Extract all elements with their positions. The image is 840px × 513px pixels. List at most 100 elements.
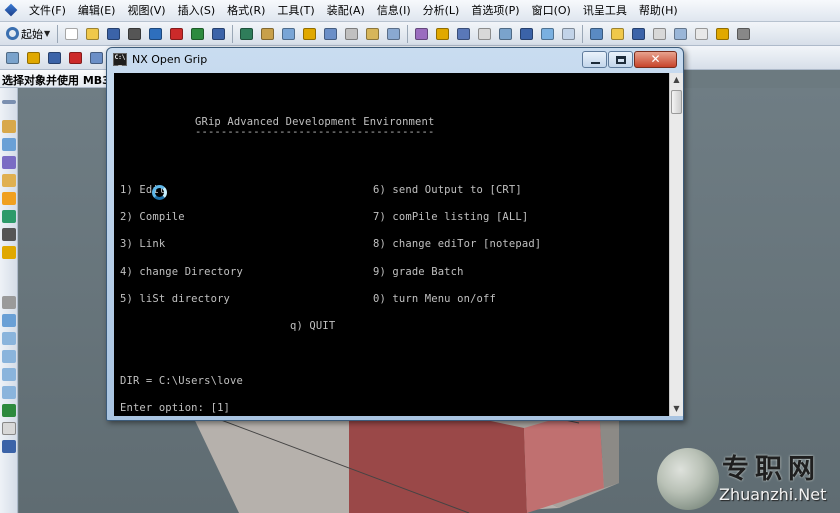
standard-tool-icon[interactable] (83, 25, 102, 43)
option-compile-listing: 7) comPile listing [ALL] (373, 211, 529, 223)
menu-assembly[interactable]: 装配(A) (321, 1, 371, 21)
standard-tool-icon[interactable] (650, 25, 669, 43)
pad-icon[interactable] (2, 246, 16, 259)
grip-console[interactable]: GRip Advanced Development Environment --… (114, 73, 669, 416)
menu-help[interactable]: 帮助(H) (633, 1, 684, 21)
menu-insert[interactable]: 插入(S) (172, 1, 222, 21)
standard-tool-icon[interactable] (363, 25, 382, 43)
standard-tool-icon[interactable] (209, 25, 228, 43)
extrude-icon[interactable] (2, 138, 16, 151)
menu-xuncheng-tools[interactable]: 讯呈工具 (577, 1, 633, 21)
analysis-icon[interactable] (2, 440, 16, 453)
menu-format[interactable]: 格式(R) (221, 1, 271, 21)
standard-tool-icon[interactable] (734, 25, 753, 43)
menu-information[interactable]: 信息(I) (371, 1, 417, 21)
standard-tool-icon[interactable] (587, 25, 606, 43)
sketch-icon[interactable] (2, 120, 16, 133)
menu-edit[interactable]: 编辑(E) (72, 1, 122, 21)
boss-icon[interactable] (2, 210, 16, 223)
secondary-tool-icon[interactable] (24, 49, 43, 67)
standard-tool-icon[interactable] (342, 25, 361, 43)
close-button[interactable]: ✕ (634, 51, 677, 68)
grip-window-title: NX Open Grip (132, 53, 208, 66)
standard-tool-icon[interactable] (279, 25, 298, 43)
minimize-icon (591, 62, 600, 64)
option-compile: 2) Compile (120, 211, 185, 223)
standard-tool-icon[interactable] (454, 25, 473, 43)
standard-tool-icon[interactable] (167, 25, 186, 43)
standard-tool-icon[interactable] (692, 25, 711, 43)
standard-tool-icon[interactable] (671, 25, 690, 43)
standard-tool-icon[interactable] (258, 25, 277, 43)
menu-view[interactable]: 视图(V) (121, 1, 171, 21)
sphere-icon[interactable] (2, 368, 16, 381)
console-scrollbar[interactable]: ▲ ▼ (669, 73, 683, 416)
option-send-output: 6) send Output to [CRT] (373, 184, 522, 196)
standard-tool-icon[interactable] (475, 25, 494, 43)
standard-tool-icon[interactable] (237, 25, 256, 43)
standard-tool-icon[interactable] (629, 25, 648, 43)
option-turn-menu: 0) turn Menu on/off (373, 293, 496, 305)
selection-hint: 选择对象并使用 MB3 , (2, 74, 118, 87)
standard-tool-icon[interactable] (62, 25, 81, 43)
grid-icon[interactable] (2, 422, 16, 435)
revolve-icon[interactable] (2, 156, 16, 169)
current-directory: DIR = C:\Users\love (120, 375, 243, 387)
standard-tool-icon[interactable] (538, 25, 557, 43)
console-icon: C:\ _ (113, 53, 127, 66)
scroll-down-icon[interactable]: ▼ (670, 402, 683, 416)
maximize-button[interactable] (608, 51, 633, 68)
shell-icon[interactable] (2, 386, 16, 399)
toolbar-separator (232, 24, 234, 43)
scroll-up-icon[interactable]: ▲ (670, 73, 683, 87)
standard-tool-icon[interactable] (384, 25, 403, 43)
blend-icon[interactable] (2, 296, 16, 309)
standard-tool-icon[interactable] (412, 25, 431, 43)
grip-window: C:\ _ NX Open Grip ✕ GRip Advanced Develo… (106, 47, 684, 421)
cone-icon[interactable] (2, 350, 16, 363)
standard-tool-icon[interactable] (433, 25, 452, 43)
toolbar-separator (407, 24, 409, 43)
minimize-button[interactable] (582, 51, 607, 68)
close-icon: ✕ (650, 52, 661, 66)
chevron-down-icon: ▼ (44, 29, 51, 38)
secondary-tool-icon[interactable] (87, 49, 106, 67)
option-change-directory: 4) change Directory (120, 266, 243, 278)
menu-file[interactable]: 文件(F) (23, 1, 72, 21)
nx-app-icon[interactable] (3, 3, 21, 19)
menu-bar: 文件(F) 编辑(E) 视图(V) 插入(S) 格式(R) 工具(T) 装配(A… (0, 0, 840, 22)
pocket-icon[interactable] (2, 228, 16, 241)
standard-tool-icon[interactable] (125, 25, 144, 43)
standard-toolbar: 起始 ▼ (0, 22, 840, 46)
standard-tool-icon[interactable] (104, 25, 123, 43)
scrollbar-thumb[interactable] (671, 90, 682, 114)
standard-tool-icon[interactable] (608, 25, 627, 43)
toolbar-separator (582, 24, 584, 43)
standard-tool-icon[interactable] (713, 25, 732, 43)
menu-analysis[interactable]: 分析(L) (417, 1, 466, 21)
menu-window[interactable]: 窗口(O) (526, 1, 577, 21)
sweep-icon[interactable] (2, 174, 16, 187)
standard-tool-icon[interactable] (300, 25, 319, 43)
menu-preferences[interactable]: 首选项(P) (465, 1, 525, 21)
refresh-icon[interactable] (2, 404, 16, 417)
standard-tool-icon[interactable] (496, 25, 515, 43)
standard-tool-icon[interactable] (321, 25, 340, 43)
secondary-tool-icon[interactable] (3, 49, 22, 67)
block-front-face (349, 410, 527, 513)
standard-tool-icon[interactable] (188, 25, 207, 43)
busy-cursor-icon (152, 185, 167, 200)
start-button[interactable]: 起始 ▼ (2, 25, 54, 43)
left-toolbar (0, 88, 18, 513)
grip-titlebar[interactable]: C:\ _ NX Open Grip ✕ (107, 48, 683, 72)
hole-icon[interactable] (2, 192, 16, 205)
block-icon[interactable] (2, 314, 16, 327)
secondary-tool-icon[interactable] (45, 49, 64, 67)
standard-tool-icon[interactable] (146, 25, 165, 43)
standard-tool-icon[interactable] (559, 25, 578, 43)
menu-tools[interactable]: 工具(T) (271, 1, 320, 21)
option-prompt: Enter option: [1] (120, 402, 231, 414)
secondary-tool-icon[interactable] (66, 49, 85, 67)
cylinder-icon[interactable] (2, 332, 16, 345)
standard-tool-icon[interactable] (517, 25, 536, 43)
